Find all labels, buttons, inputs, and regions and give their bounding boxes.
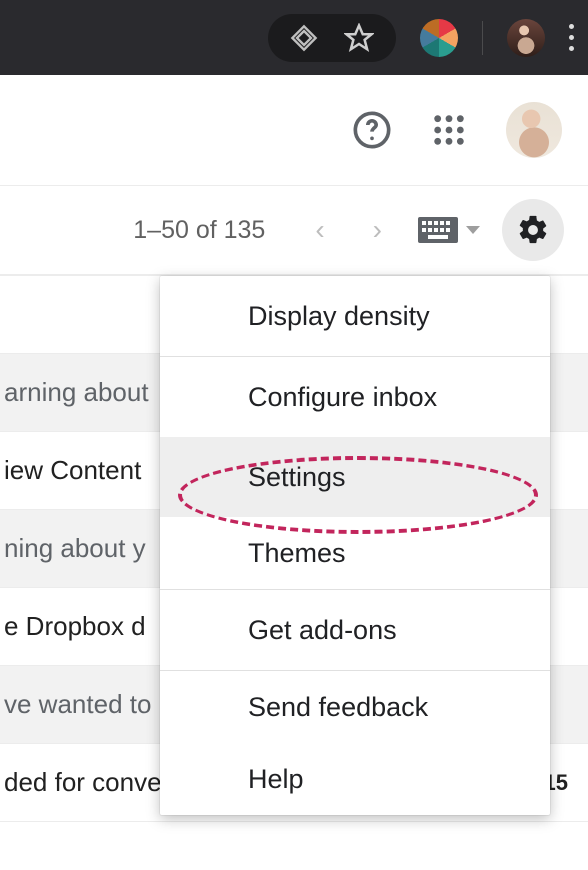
menu-item-label: Help xyxy=(248,764,304,795)
menu-item-send-feedback[interactable]: Send feedback xyxy=(160,671,550,743)
help-icon[interactable] xyxy=(352,110,392,150)
account-avatar[interactable] xyxy=(506,102,562,158)
menu-item-label: Configure inbox xyxy=(248,382,437,413)
pager-prev-button[interactable]: ‹ xyxy=(297,214,342,246)
app-header xyxy=(0,75,588,185)
star-icon[interactable] xyxy=(344,23,374,53)
row-snippet: ve wanted to xyxy=(4,689,151,720)
menu-item-label: Display density xyxy=(248,301,430,332)
row-snippet: iew Content xyxy=(4,455,141,486)
row-snippet: arning about xyxy=(4,377,149,408)
menu-item-label: Themes xyxy=(248,538,346,569)
chevron-down-icon xyxy=(466,226,480,234)
menu-item-themes[interactable]: Themes xyxy=(160,517,550,589)
browser-profile-avatar[interactable] xyxy=(507,19,545,57)
pinwheel-icon[interactable] xyxy=(420,19,458,57)
settings-dropdown-menu: Display density Configure inbox Settings… xyxy=(160,276,550,815)
menu-item-label: Get add-ons xyxy=(248,615,397,646)
menu-item-help[interactable]: Help xyxy=(160,743,550,815)
row-snippet: ning about y xyxy=(4,533,146,564)
menu-item-label: Settings xyxy=(248,462,346,493)
apps-grid-icon[interactable] xyxy=(432,113,466,147)
browser-menu-icon[interactable] xyxy=(569,24,574,51)
menu-item-get-addons[interactable]: Get add-ons xyxy=(160,590,550,670)
menu-item-settings[interactable]: Settings xyxy=(160,437,550,517)
keyboard-icon xyxy=(418,217,458,243)
browser-divider xyxy=(482,21,483,55)
menu-item-label: Send feedback xyxy=(248,692,428,723)
list-toolbar: 1–50 of 135 ‹ › xyxy=(0,185,588,275)
settings-gear-button[interactable] xyxy=(502,199,564,261)
omnibox-actions xyxy=(268,14,396,62)
diamond-icon[interactable] xyxy=(290,24,318,52)
menu-item-display-density[interactable]: Display density xyxy=(160,276,550,356)
row-snippet: e Dropbox d xyxy=(4,611,146,642)
menu-item-configure-inbox[interactable]: Configure inbox xyxy=(160,357,550,437)
pager-count: 1–50 of 135 xyxy=(133,216,265,245)
input-tools-button[interactable] xyxy=(418,217,480,243)
browser-chrome-bar xyxy=(0,0,588,75)
pager-next-button[interactable]: › xyxy=(355,214,400,246)
